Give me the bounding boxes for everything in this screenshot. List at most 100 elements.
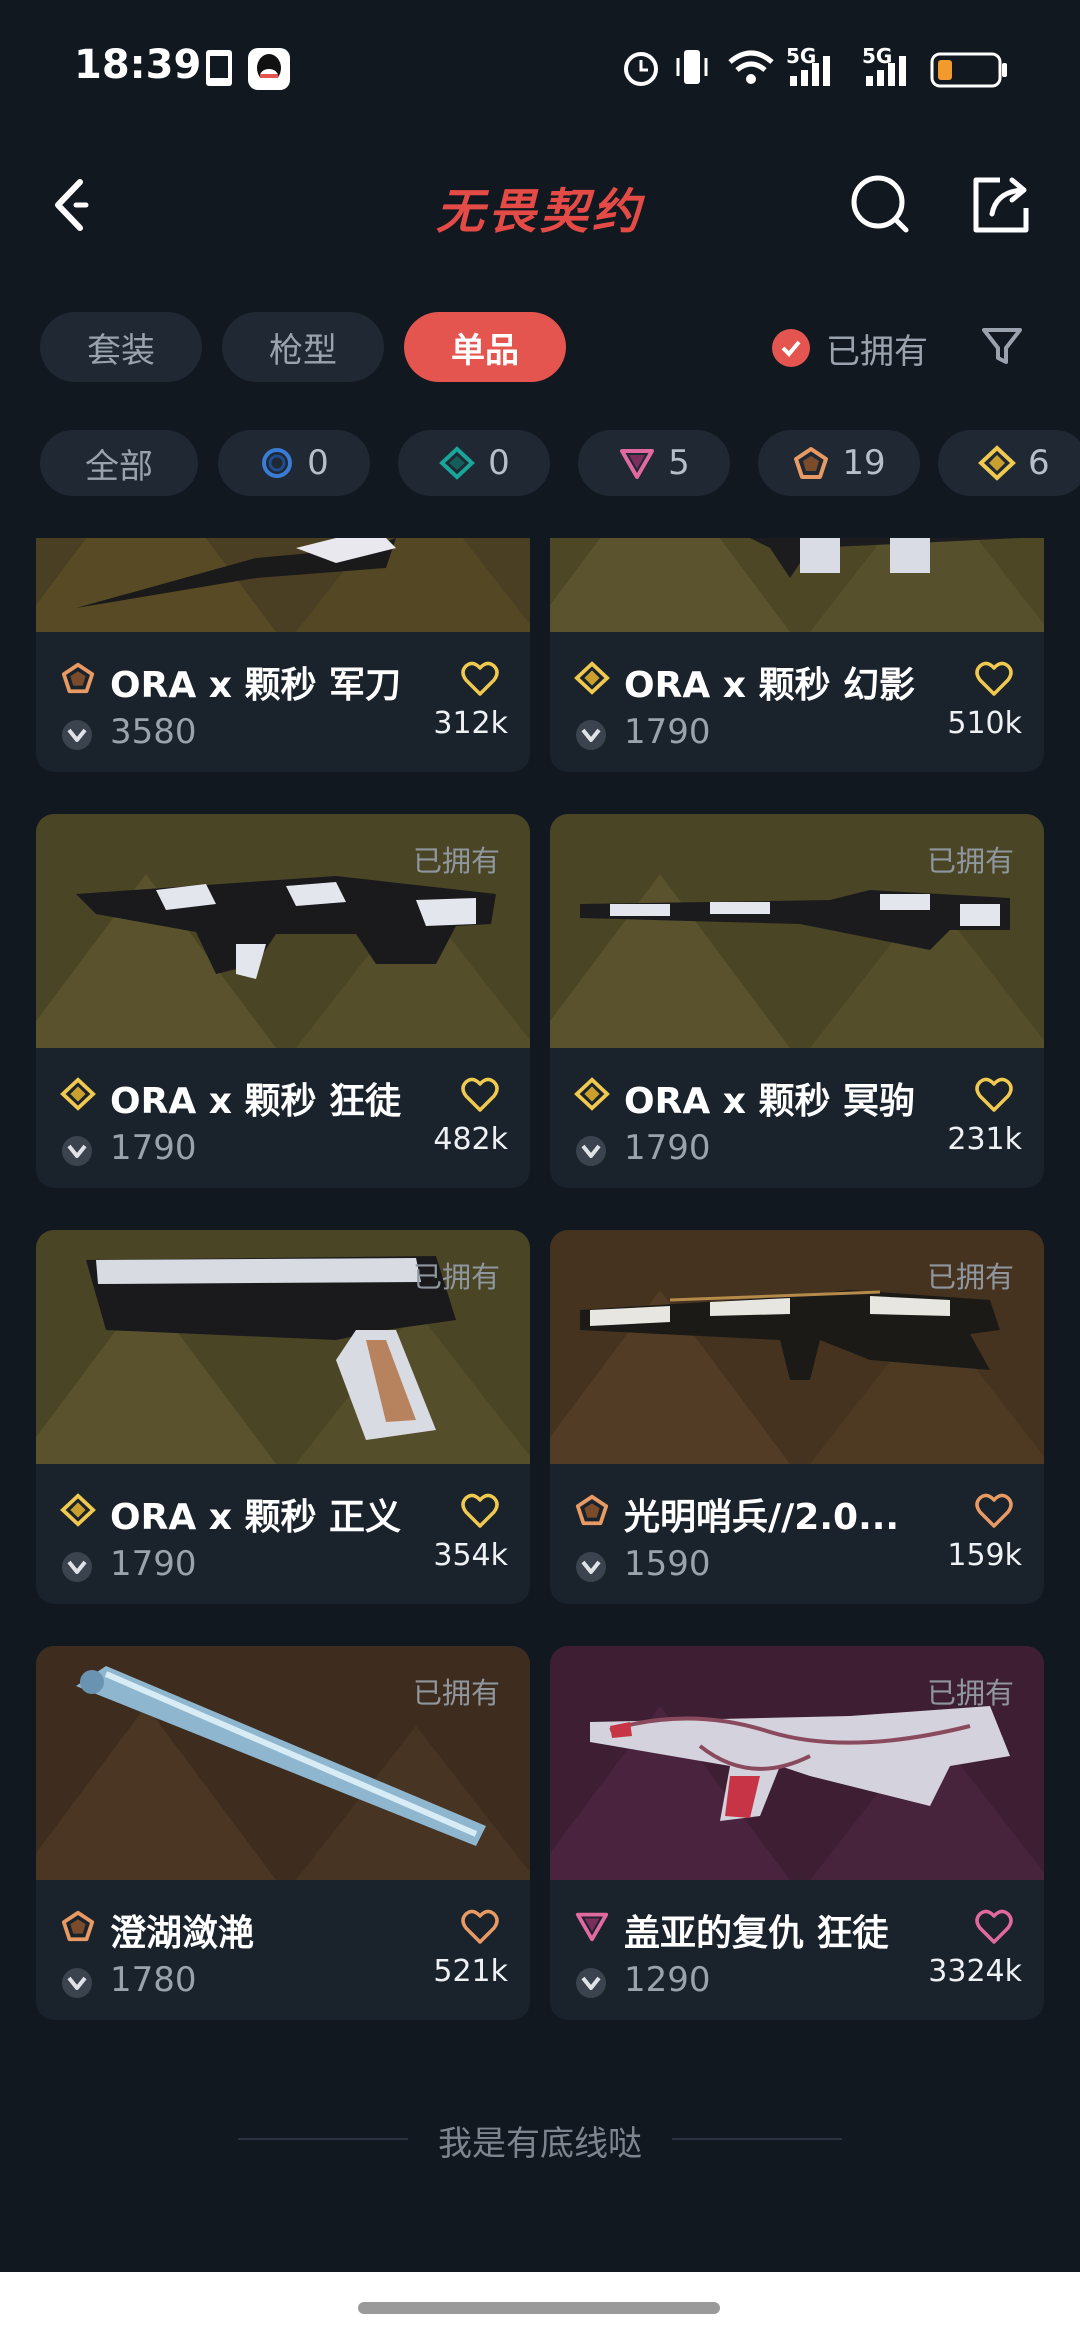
search-icon[interactable] — [846, 170, 916, 240]
item-likes: 521k — [433, 1954, 508, 1989]
exclusive-tier-icon — [575, 1494, 609, 1526]
chip-select[interactable]: 0 — [218, 430, 370, 496]
item-likes: 3324k — [928, 1954, 1022, 1989]
status-time: 18:39 — [74, 42, 202, 88]
ultra-tier-icon — [60, 1493, 96, 1527]
item-likes: 510k — [947, 706, 1022, 741]
item-name: 澄湖潋滟 — [110, 1913, 255, 1954]
item-card[interactable]: 已拥有 ORA x 颗秒 狂徒 1790 482k — [36, 814, 530, 1188]
item-card[interactable]: 已拥有 澄湖潋滟 1780 521k — [36, 1646, 530, 2020]
heart-icon[interactable] — [460, 1908, 500, 1946]
owned-filter-toggle[interactable]: 已拥有 — [772, 318, 928, 378]
item-name: ORA x 颗秒 正义 — [110, 1497, 402, 1538]
chip-ultra[interactable]: 6 — [938, 430, 1080, 496]
exclusive-tier-icon — [61, 1910, 95, 1942]
owned-badge: 已拥有 — [412, 1676, 500, 1710]
item-card[interactable]: 已拥有 ORA x 颗秒 正义 1790 354k — [36, 1230, 530, 1604]
end-of-list-text: 我是有底线哒 — [438, 2124, 642, 2164]
exclusive-tier-icon — [61, 662, 95, 694]
divider — [672, 2138, 842, 2140]
chip-all[interactable]: 全部 — [40, 430, 198, 496]
item-image — [550, 538, 1044, 632]
status-bar: 18:39 5G 5G — [0, 0, 1080, 140]
select-tier-icon — [262, 448, 293, 478]
vp-currency-icon — [576, 1552, 606, 1582]
phone-icon — [206, 50, 232, 86]
item-card[interactable]: 已拥有 ORA x 颗秒 冥驹 1790 231k — [550, 814, 1044, 1188]
signal-icon-2 — [866, 56, 906, 86]
alarm-icon — [624, 52, 658, 86]
tab-weapon-type[interactable]: 枪型 — [222, 312, 384, 382]
heart-icon[interactable] — [974, 1492, 1014, 1530]
tab-single-item[interactable]: 单品 — [404, 312, 566, 382]
chip-premium[interactable]: 5 — [578, 430, 730, 496]
item-price: 3580 — [110, 712, 197, 752]
vp-currency-icon — [62, 1968, 92, 1998]
item-likes: 312k — [433, 706, 508, 741]
chip-exclusive-count: 19 — [842, 443, 886, 483]
premium-tier-icon — [620, 449, 655, 479]
share-icon[interactable] — [966, 170, 1036, 240]
signal-icon — [790, 56, 830, 86]
heart-icon[interactable] — [460, 1492, 500, 1530]
battery-icon — [930, 52, 1007, 88]
tab-set[interactable]: 套装 — [40, 312, 202, 382]
owned-badge: 已拥有 — [926, 1676, 1014, 1710]
item-card[interactable]: 已拥有 盖亚的复仇 狂徒 1290 3324k — [550, 1646, 1044, 2020]
item-card[interactable]: ORA x 颗秒 军刀 3580 312k — [36, 538, 530, 772]
owned-badge: 已拥有 — [412, 844, 500, 878]
ultra-tier-icon — [574, 661, 610, 695]
chip-select-count: 0 — [307, 443, 329, 483]
item-likes: 159k — [947, 1538, 1022, 1573]
item-price: 1790 — [624, 1128, 711, 1168]
home-gesture-handle[interactable] — [358, 2302, 720, 2314]
owned-badge: 已拥有 — [926, 1260, 1014, 1294]
vp-currency-icon — [576, 1968, 606, 1998]
item-image — [36, 538, 530, 632]
ultra-tier-icon — [60, 1077, 96, 1111]
qq-icon — [248, 48, 290, 90]
list-end-footer: 我是有底线哒 — [0, 2108, 1080, 2168]
item-price: 1780 — [110, 1960, 197, 2000]
item-price: 1790 — [110, 1544, 197, 1584]
item-card[interactable]: 已拥有 光明哨兵//2.0... 1590 159k — [550, 1230, 1044, 1604]
tier-filter-chips: 全部 0 0 5 19 6 — [40, 430, 1080, 496]
page-title: 无畏契约 — [435, 184, 644, 240]
item-price: 1290 — [624, 1960, 711, 2000]
chip-exclusive[interactable]: 19 — [758, 430, 920, 496]
deluxe-tier-icon — [439, 446, 476, 480]
heart-icon[interactable] — [974, 1076, 1014, 1114]
chip-deluxe[interactable]: 0 — [398, 430, 550, 496]
item-card[interactable]: ORA x 颗秒 幻影 1790 510k — [550, 538, 1044, 772]
checkmark-icon — [772, 329, 810, 367]
vp-currency-icon — [576, 1136, 606, 1166]
vp-currency-icon — [62, 1136, 92, 1166]
weapon-knife-image — [36, 538, 530, 632]
heart-icon[interactable] — [974, 1908, 1014, 1946]
app-header: 无畏契约 — [0, 150, 1080, 260]
weapon-rifle-image — [550, 538, 1044, 632]
item-likes: 482k — [433, 1122, 508, 1157]
item-price: 1790 — [624, 712, 711, 752]
chip-ultra-count: 6 — [1028, 443, 1050, 483]
premium-tier-icon — [575, 1912, 609, 1942]
item-name: ORA x 颗秒 军刀 — [110, 665, 402, 706]
wifi-icon — [728, 50, 774, 84]
owned-badge: 已拥有 — [926, 844, 1014, 878]
heart-icon[interactable] — [974, 660, 1014, 698]
filter-icon[interactable] — [980, 324, 1024, 368]
chip-all-label: 全部 — [85, 446, 153, 487]
chip-deluxe-count: 0 — [488, 443, 510, 483]
heart-icon[interactable] — [460, 660, 500, 698]
item-name: ORA x 颗秒 冥驹 — [624, 1081, 916, 1122]
owned-badge: 已拥有 — [412, 1260, 500, 1294]
vp-currency-icon — [576, 720, 606, 750]
ultra-tier-icon — [978, 445, 1016, 481]
vp-currency-icon — [62, 720, 92, 750]
heart-icon[interactable] — [460, 1076, 500, 1114]
item-likes: 354k — [433, 1538, 508, 1573]
vp-currency-icon — [62, 1552, 92, 1582]
ultra-tier-icon — [574, 1077, 610, 1111]
item-grid: ORA x 颗秒 军刀 3580 312k ORA x 颗秒 幻影 1790 5… — [36, 538, 1044, 2068]
system-nav-bar — [0, 2272, 1080, 2338]
